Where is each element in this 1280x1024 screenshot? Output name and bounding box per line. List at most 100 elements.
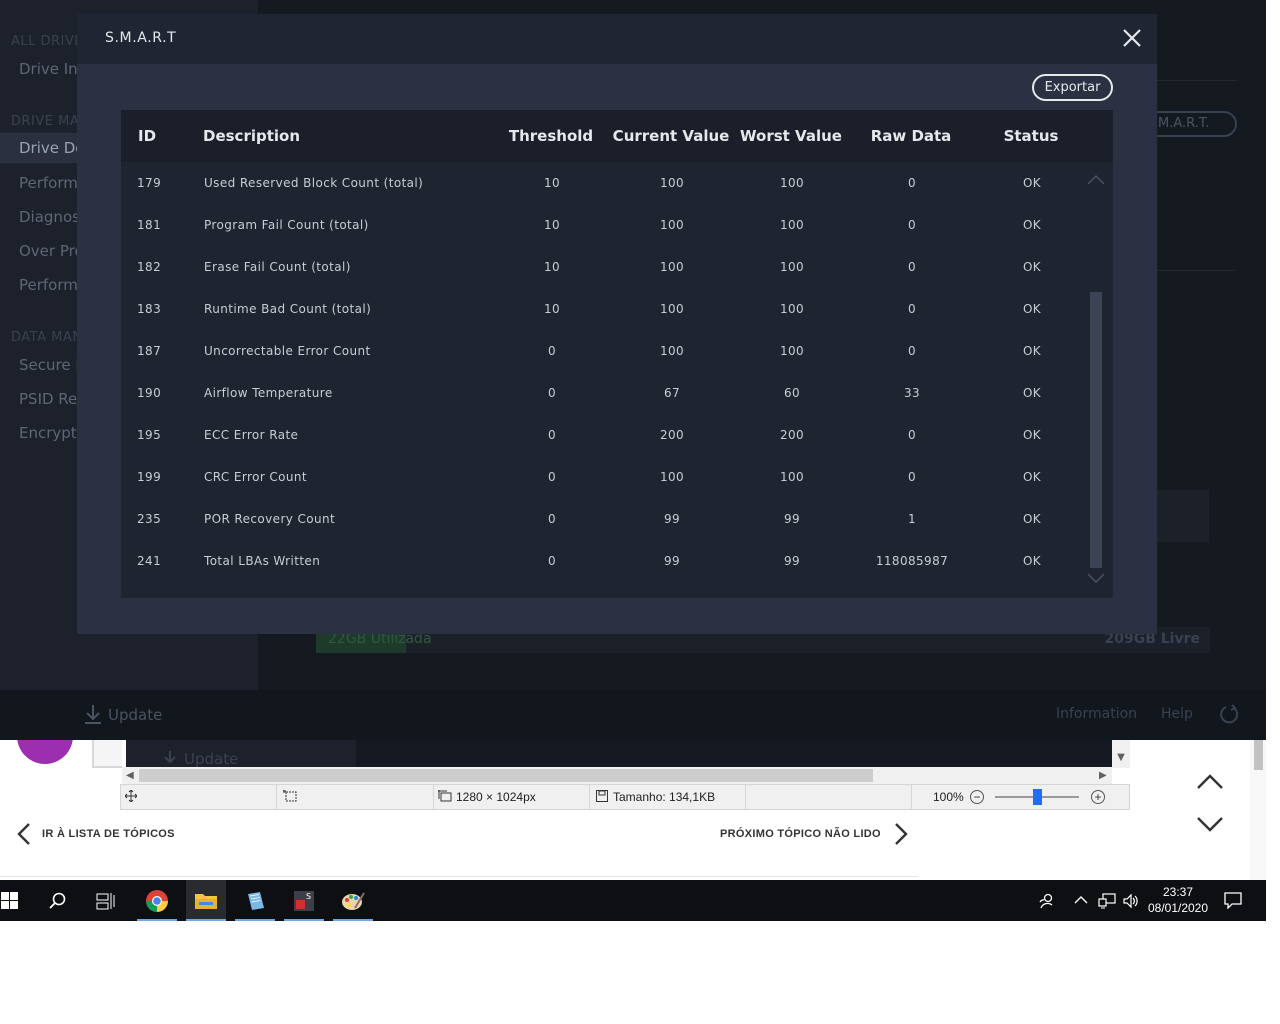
file-size-text: Tamanho: 134,1KB bbox=[613, 790, 716, 804]
task-view-icon bbox=[96, 893, 115, 910]
sidebar-item-diagnostic-scan[interactable]: Diagnos bbox=[19, 208, 80, 226]
update-label: Update bbox=[184, 750, 239, 768]
file-explorer-button[interactable] bbox=[186, 880, 226, 921]
cell-worst-value: 100 bbox=[779, 344, 805, 358]
export-button[interactable]: Exportar bbox=[1032, 74, 1113, 101]
volume-icon[interactable] bbox=[1122, 892, 1140, 910]
chevron-up-icon[interactable] bbox=[1074, 895, 1088, 905]
cell-current-value: 100 bbox=[659, 302, 685, 316]
next-link-label: PRÓXIMO TÓPICO NÃO LIDO bbox=[720, 827, 881, 840]
viewer-scroll-down-icon[interactable]: ▼ bbox=[1112, 740, 1130, 768]
back-to-topic-list-link[interactable]: IR À LISTA DE TÓPICOS bbox=[14, 822, 175, 846]
selection-icon[interactable] bbox=[277, 785, 434, 809]
network-icon[interactable] bbox=[1098, 892, 1116, 910]
next-unread-topic-link[interactable]: PRÓXIMO TÓPICO NÃO LIDO bbox=[720, 822, 911, 846]
column-header-current-value: Current Value bbox=[612, 127, 730, 145]
back-link-label: IR À LISTA DE TÓPICOS bbox=[42, 827, 175, 840]
folder-icon bbox=[195, 894, 217, 909]
start-button[interactable] bbox=[0, 880, 40, 921]
divider bbox=[1157, 270, 1235, 271]
sidebar-item-secure-erase[interactable]: Secure E bbox=[19, 356, 85, 374]
sidebar-item-performance-benchmark[interactable]: Perform bbox=[19, 174, 78, 192]
dialog-header: S.M.A.R.T bbox=[77, 14, 1157, 64]
chevron-up-icon[interactable] bbox=[1196, 770, 1224, 792]
dimensions-icon bbox=[438, 790, 452, 802]
cell-threshold: 0 bbox=[547, 386, 557, 400]
cell-threshold: 10 bbox=[543, 176, 561, 190]
notifications-icon[interactable] bbox=[1224, 891, 1242, 909]
page-edge bbox=[1266, 0, 1280, 921]
cell-id: 187 bbox=[137, 344, 162, 358]
cell-threshold: 10 bbox=[543, 260, 561, 274]
cell-description: POR Recovery Count bbox=[204, 512, 336, 526]
notepad-button[interactable] bbox=[235, 880, 275, 921]
scroll-left-icon[interactable]: ◀ bbox=[126, 767, 134, 784]
sidebar-section-all-drives: ALL DRIVE bbox=[11, 34, 83, 49]
cell-current-value: 100 bbox=[659, 176, 685, 190]
scroll-up-icon[interactable] bbox=[1087, 174, 1105, 186]
cell-id: 179 bbox=[137, 176, 162, 190]
sidebar-item-drive-info[interactable]: Drive Inf bbox=[19, 60, 83, 78]
chrome-button[interactable] bbox=[137, 880, 177, 921]
samsung-magician-button[interactable]: S bbox=[284, 880, 324, 921]
cell-current-value: 100 bbox=[659, 470, 685, 484]
update-button[interactable]: Update bbox=[84, 704, 162, 724]
cell-description: Airflow Temperature bbox=[204, 386, 333, 400]
cell-raw-data: 0 bbox=[907, 176, 917, 190]
scroll-down-icon[interactable] bbox=[1087, 572, 1105, 584]
update-label: Update bbox=[108, 706, 163, 724]
zoom-out-icon[interactable]: − bbox=[970, 790, 984, 804]
avatar bbox=[17, 740, 73, 764]
task-view-button[interactable] bbox=[86, 880, 126, 921]
cell-status: OK bbox=[1022, 386, 1042, 400]
move-icon[interactable] bbox=[121, 785, 277, 809]
download-icon bbox=[164, 751, 176, 764]
page-scrollbar-thumb[interactable] bbox=[1254, 740, 1263, 770]
sidebar-item-encrypted-drive[interactable]: Encrypte bbox=[19, 424, 86, 442]
viewer-image-strip: Update bbox=[126, 740, 1112, 768]
table-scrollbar-thumb[interactable] bbox=[1090, 292, 1102, 568]
scrollbar-thumb[interactable] bbox=[139, 769, 873, 782]
cell-description: Runtime Bad Count (total) bbox=[204, 302, 372, 316]
cell-current-value: 100 bbox=[659, 218, 685, 232]
table-body: 179 Used Reserved Block Count (total) 10 10… bbox=[121, 176, 1081, 596]
search-button[interactable] bbox=[38, 880, 78, 921]
viewer-image-update-label: Update bbox=[162, 750, 238, 768]
column-header-description: Description bbox=[203, 127, 301, 145]
scroll-right-icon[interactable]: ▶ bbox=[1099, 767, 1107, 784]
paint-icon bbox=[342, 892, 365, 910]
viewer-statusbar: 1280 × 1024px Tamanho: 134,1KB 100% − + bbox=[120, 784, 1130, 810]
cell-raw-data: 0 bbox=[907, 302, 917, 316]
refresh-icon[interactable] bbox=[1218, 704, 1240, 726]
information-link[interactable]: Information bbox=[1056, 706, 1137, 722]
viewer-frame bbox=[92, 740, 122, 768]
cell-description: ECC Error Rate bbox=[204, 428, 299, 442]
chevron-down-icon[interactable] bbox=[1196, 814, 1224, 836]
close-icon[interactable] bbox=[1121, 27, 1143, 49]
cell-id: 181 bbox=[137, 218, 162, 232]
search-icon bbox=[49, 892, 66, 909]
sidebar-item-over-provisioning[interactable]: Over Pro bbox=[19, 242, 84, 260]
cell-threshold: 0 bbox=[547, 512, 557, 526]
smart-dialog: S.M.A.R.T Exportar ID Description Thresh… bbox=[77, 14, 1157, 634]
dimensions-text: 1280 × 1024px bbox=[456, 790, 536, 804]
zoom-slider-thumb[interactable] bbox=[1033, 789, 1042, 805]
cell-status: OK bbox=[1022, 260, 1042, 274]
cell-threshold: 0 bbox=[547, 470, 557, 484]
sidebar-item-performance-optimization[interactable]: Perform bbox=[19, 276, 78, 294]
cell-worst-value: 99 bbox=[783, 554, 801, 568]
help-link[interactable]: Help bbox=[1161, 706, 1193, 722]
cell-status: OK bbox=[1022, 176, 1042, 190]
chevron-right-icon bbox=[895, 823, 908, 845]
paint-button[interactable] bbox=[333, 880, 373, 921]
chevron-left-icon bbox=[17, 823, 30, 845]
cell-id: 182 bbox=[137, 260, 162, 274]
download-icon bbox=[85, 705, 101, 724]
taskbar-clock[interactable]: 23:37 08/01/2020 bbox=[1144, 884, 1212, 916]
zoom-in-icon[interactable]: + bbox=[1091, 790, 1105, 804]
cell-raw-data: 0 bbox=[907, 344, 917, 358]
people-icon[interactable] bbox=[1038, 892, 1056, 910]
page-scrollbar[interactable] bbox=[1250, 740, 1266, 880]
clock-time: 23:37 bbox=[1162, 885, 1194, 899]
horizontal-scrollbar[interactable]: ◀ ▶ bbox=[122, 767, 1112, 784]
